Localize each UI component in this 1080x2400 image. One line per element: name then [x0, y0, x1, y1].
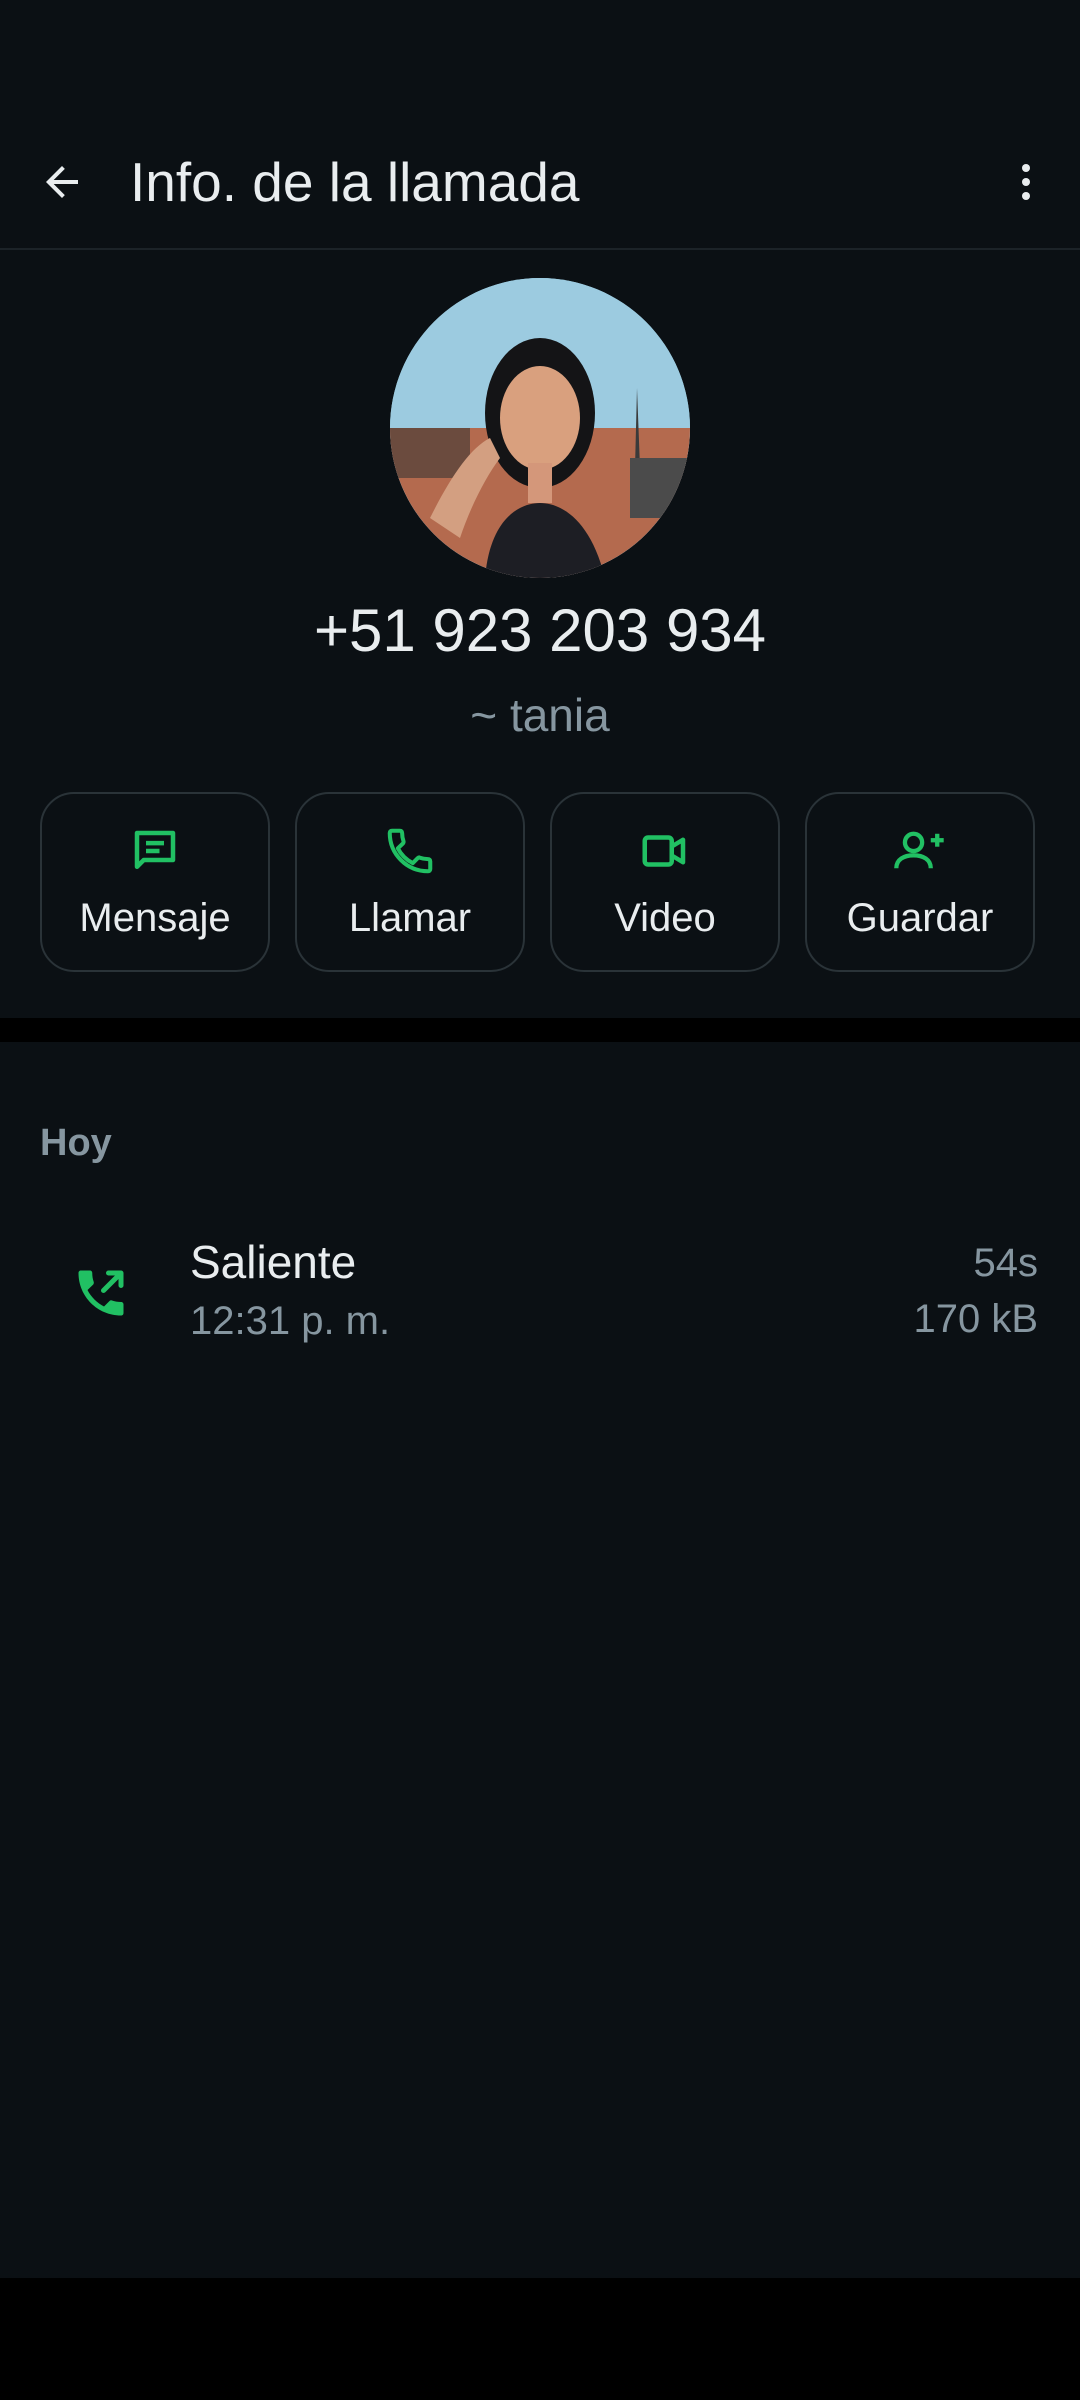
action-buttons: Mensaje Llamar Video Guardar: [40, 792, 1040, 976]
video-button[interactable]: Video: [550, 792, 780, 972]
app-bar: Info. de la llamada: [0, 120, 1080, 250]
message-icon: [134, 830, 176, 869]
contact-push-name: ~ tania: [470, 689, 610, 741]
call-button-label: Llamar: [348, 896, 472, 940]
call-history-row: Saliente 12:31 p. m. 54s 170 kB: [0, 1232, 1080, 1352]
call-direction: Saliente: [190, 1236, 357, 1288]
more-options-button[interactable]: [990, 146, 1062, 218]
section-divider: [0, 1018, 1080, 1042]
avatar-photo: [390, 278, 690, 578]
back-button[interactable]: [26, 146, 98, 218]
phone-icon: [387, 828, 433, 874]
call-time: 12:31 p. m.: [190, 1299, 391, 1343]
add-contact-icon: [894, 831, 944, 869]
save-contact-button-label: Guardar: [846, 896, 994, 940]
page-title: Info. de la llamada: [130, 151, 580, 213]
status-bar: [0, 0, 1080, 120]
call-history: Hoy Saliente 12:31 p. m. 54s 170 kB: [0, 1042, 1080, 2278]
outgoing-call-icon: [78, 1270, 124, 1316]
video-icon: [642, 835, 686, 867]
system-navigation-bar: [0, 2278, 1080, 2400]
message-button[interactable]: Mensaje: [40, 792, 270, 972]
arrow-left-icon: [46, 166, 78, 198]
contact-phone-number: +51 923 203 934: [313, 597, 767, 664]
call-duration: 54s: [973, 1241, 1039, 1285]
section-title: Hoy: [40, 1122, 112, 1164]
more-vertical-icon: [1022, 164, 1030, 200]
video-button-label: Video: [614, 896, 716, 940]
call-data-size: 170 kB: [913, 1297, 1038, 1341]
call-button[interactable]: Llamar: [295, 792, 525, 972]
contact-profile: +51 923 203 934 ~ tania Mensaje Llamar V…: [0, 250, 1080, 1018]
message-button-label: Mensaje: [79, 896, 231, 940]
avatar[interactable]: [390, 278, 690, 578]
save-contact-button[interactable]: Guardar: [805, 792, 1035, 972]
